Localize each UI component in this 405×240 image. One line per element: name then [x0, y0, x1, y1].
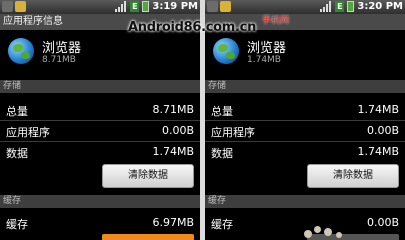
- storage-row-application: 应用程序 0.00B: [0, 121, 200, 141]
- battery-icon: [142, 1, 150, 12]
- clear-data-button[interactable]: 清除数据: [102, 164, 194, 188]
- network-badge-icon: E: [335, 1, 345, 12]
- site-watermark-cn: 手机网: [262, 16, 290, 26]
- clear-cache-button[interactable]: [102, 234, 194, 240]
- section-header-storage: 存储: [205, 80, 405, 93]
- status-time: 3:20 PM: [357, 1, 403, 12]
- usb-icon: [207, 1, 218, 12]
- app-name: 浏览器: [42, 41, 82, 56]
- phone-screen-before: E 3:19 PM 应用程序信息 浏览器 8.71MB 存储 总量 8.71MB…: [0, 0, 200, 240]
- status-bar: E 3:20 PM: [205, 0, 405, 14]
- storage-row-data: 数据 1.74MB: [205, 142, 405, 162]
- phone-screen-after: E 3:20 PM 浏览器 1.74MB 存储 总量 1.74MB 应用程序 0…: [205, 0, 405, 240]
- storage-row-total: 总量 1.74MB: [205, 100, 405, 120]
- status-bar: E 3:19 PM: [0, 0, 200, 14]
- section-header-storage: 存储: [0, 80, 200, 93]
- row-label: 应用程序: [211, 126, 255, 139]
- row-value: 1.74MB: [152, 145, 194, 158]
- battery-icon: [347, 1, 355, 12]
- paw-logo-icon: [300, 222, 350, 240]
- row-value: 6.97MB: [152, 216, 194, 229]
- storage-row-total: 总量 8.71MB: [0, 100, 200, 120]
- row-value: 1.74MB: [357, 103, 399, 116]
- warning-icon: [15, 1, 26, 12]
- browser-globe-icon: [213, 38, 239, 64]
- app-header: 浏览器 1.74MB: [205, 33, 405, 77]
- app-size: 8.71MB: [42, 55, 76, 65]
- storage-row-data: 数据 1.74MB: [0, 142, 200, 162]
- row-label: 总量: [6, 105, 28, 118]
- row-label: 数据: [211, 147, 233, 160]
- row-value: 0.00B: [366, 124, 399, 137]
- usb-icon: [2, 1, 13, 12]
- section-header-cache: 缓存: [0, 195, 200, 208]
- browser-globe-icon: [8, 38, 34, 64]
- signal-icon: [115, 1, 127, 12]
- row-value: 0.00B: [366, 216, 399, 229]
- app-name: 浏览器: [247, 41, 287, 56]
- storage-row-application: 应用程序 0.00B: [205, 121, 405, 141]
- site-watermark: Android86.com.cn: [128, 20, 257, 35]
- app-header: 浏览器 8.71MB: [0, 33, 200, 77]
- row-label: 总量: [211, 105, 233, 118]
- row-value: 8.71MB: [152, 103, 194, 116]
- status-time: 3:19 PM: [152, 1, 198, 12]
- row-label: 缓存: [211, 218, 233, 231]
- clear-data-button[interactable]: 清除数据: [307, 164, 399, 188]
- section-header-cache: 缓存: [205, 195, 405, 208]
- app-size: 1.74MB: [247, 55, 281, 65]
- row-label: 缓存: [6, 218, 28, 231]
- warning-icon: [220, 1, 231, 12]
- row-value: 0.00B: [161, 124, 194, 137]
- signal-icon: [320, 1, 332, 12]
- cache-row: 缓存 6.97MB: [0, 213, 200, 233]
- row-label: 数据: [6, 147, 28, 160]
- row-label: 应用程序: [6, 126, 50, 139]
- network-badge-icon: E: [130, 1, 140, 12]
- row-value: 1.74MB: [357, 145, 399, 158]
